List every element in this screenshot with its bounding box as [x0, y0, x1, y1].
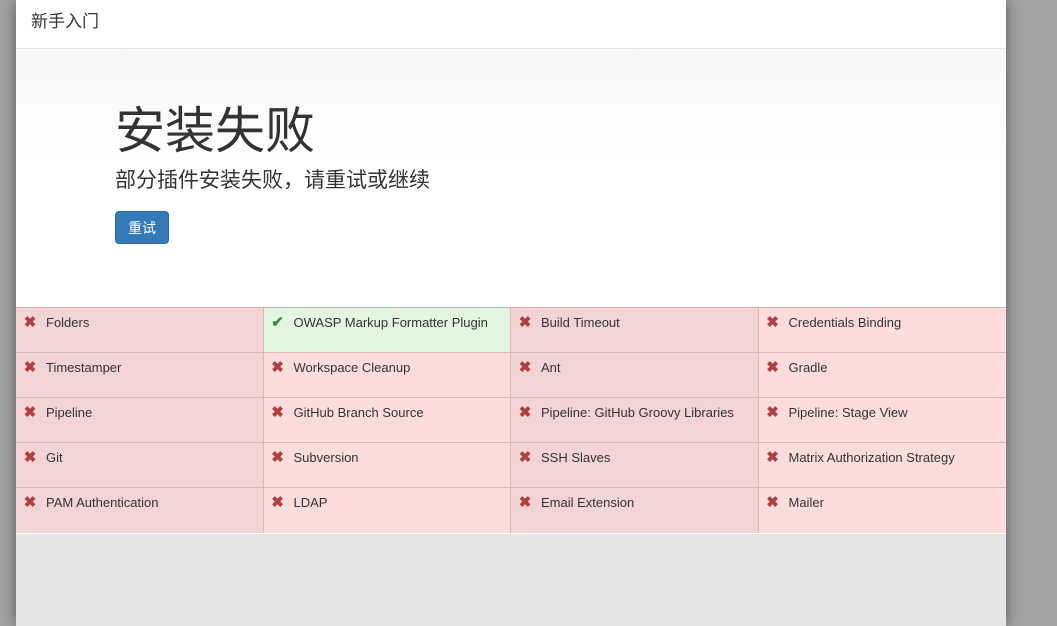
- panel-header: 新手入门: [16, 0, 1006, 49]
- cross-icon: ✖: [23, 494, 37, 511]
- plugin-name: Pipeline: Stage View: [788, 405, 908, 420]
- plugin-item: ✖ Pipeline: [16, 398, 264, 443]
- plugin-name: Mailer: [788, 495, 824, 510]
- cross-icon: ✖: [518, 404, 532, 421]
- plugin-name: Matrix Authorization Strategy: [788, 450, 955, 465]
- plugin-item: ✔ OWASP Markup Formatter Plugin: [263, 308, 511, 353]
- cross-icon: ✖: [23, 449, 37, 466]
- cross-icon: ✖: [766, 314, 779, 331]
- cross-icon: ✖: [23, 314, 37, 331]
- plugin-name: Ant: [541, 360, 561, 375]
- panel-footer: [16, 534, 1006, 626]
- cross-icon: ✖: [766, 404, 779, 421]
- cross-icon: ✖: [518, 449, 532, 466]
- panel-title: 新手入门: [31, 12, 99, 32]
- plugin-name: LDAP: [293, 495, 328, 510]
- check-icon: ✔: [271, 314, 284, 331]
- plugin-name: Pipeline: GitHub Groovy Libraries: [541, 405, 734, 420]
- plugin-name: Subversion: [293, 450, 359, 465]
- plugin-item: ✖ Credentials Binding: [758, 308, 1006, 353]
- cross-icon: ✖: [518, 314, 532, 331]
- cross-icon: ✖: [23, 359, 37, 376]
- plugin-item: ✖ Folders: [16, 308, 264, 353]
- plugin-item: ✖ Build Timeout: [511, 308, 759, 353]
- cross-icon: ✖: [766, 494, 779, 511]
- cross-icon: ✖: [766, 449, 779, 466]
- plugin-item: ✖ LDAP: [263, 488, 511, 533]
- setup-wizard-panel: 新手入门 安装失败 部分插件安装失败，请重试或继续 重试 ✖ Folders ✔ OW…: [16, 0, 1006, 626]
- plugin-item: ✖ Ant: [511, 353, 759, 398]
- plugin-name: Build Timeout: [541, 315, 620, 330]
- plugin-item: ✖ Subversion: [263, 443, 511, 488]
- plugin-item: ✖ Pipeline: Stage View: [758, 398, 1006, 443]
- plugin-name: PAM Authentication: [46, 495, 159, 510]
- plugin-name: OWASP Markup Formatter Plugin: [293, 315, 488, 330]
- retry-button[interactable]: 重试: [115, 211, 169, 244]
- plugin-name: Git: [46, 450, 63, 465]
- plugin-item: ✖ Git: [16, 443, 264, 488]
- cross-icon: ✖: [766, 359, 779, 376]
- plugin-name: GitHub Branch Source: [293, 405, 424, 420]
- plugin-item: ✖ Timestamper: [16, 353, 264, 398]
- plugin-item: ✖ PAM Authentication: [16, 488, 264, 533]
- cross-icon: ✖: [518, 494, 532, 511]
- plugin-status-grid: ✖ Folders ✔ OWASP Markup Formatter Plugin ✖ B…: [16, 307, 1006, 533]
- plugin-name: Pipeline: [46, 405, 93, 420]
- plugin-name: SSH Slaves: [541, 450, 611, 465]
- plugin-name: Workspace Cleanup: [293, 360, 411, 375]
- plugin-name: Folders: [46, 315, 90, 330]
- plugin-item: ✖ Email Extension: [511, 488, 759, 533]
- cross-icon: ✖: [271, 449, 284, 466]
- cross-icon: ✖: [23, 404, 37, 421]
- install-failed-hero: 安装失败 部分插件安装失败，请重试或继续 重试: [16, 49, 1006, 307]
- plugin-name: Credentials Binding: [788, 315, 902, 330]
- plugin-item: ✖ Mailer: [758, 488, 1006, 533]
- plugin-item: ✖ Gradle: [758, 353, 1006, 398]
- cross-icon: ✖: [271, 494, 284, 511]
- plugin-name: Email Extension: [541, 495, 635, 510]
- plugin-name: Timestamper: [46, 360, 122, 375]
- cross-icon: ✖: [271, 359, 284, 376]
- page-subtitle: 部分插件安装失败，请重试或继续: [115, 168, 430, 192]
- plugin-item: ✖ GitHub Branch Source: [263, 398, 511, 443]
- plugin-item: ✖ Pipeline: GitHub Groovy Libraries: [511, 398, 759, 443]
- plugin-name: Gradle: [788, 360, 828, 375]
- cross-icon: ✖: [518, 359, 532, 376]
- cross-icon: ✖: [271, 404, 284, 421]
- plugin-item: ✖ SSH Slaves: [511, 443, 759, 488]
- page-title: 安装失败: [115, 102, 315, 160]
- plugin-item: ✖ Workspace Cleanup: [263, 353, 511, 398]
- plugin-item: ✖ Matrix Authorization Strategy: [758, 443, 1006, 488]
